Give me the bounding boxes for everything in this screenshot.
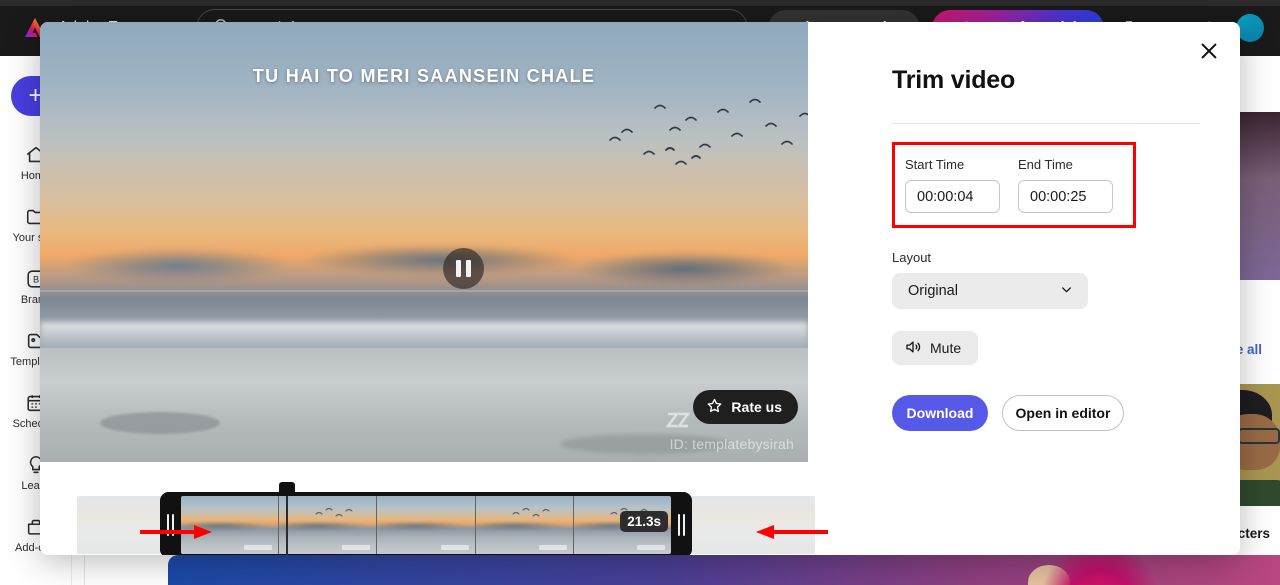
frame-watermark [342, 545, 371, 550]
handle-grip-bar [683, 514, 685, 536]
frame-cloud [377, 522, 475, 530]
trim-settings-panel: Trim video Start Time 00:00:04 End Time … [848, 22, 1240, 482]
birds-decoration [600, 92, 808, 202]
video-watermark: ID: templatebysirah [669, 436, 794, 452]
mute-label: Mute [930, 340, 962, 356]
banner-flower [1040, 555, 1160, 585]
video-timeline: 21.3s [40, 482, 1240, 555]
panel-action-row: Download Open in editor [892, 395, 1240, 431]
video-preview[interactable]: TU HAI TO MERI SAANSEIN CHALE ID: templa… [40, 22, 808, 462]
trim-clip[interactable]: 21.3s [160, 492, 692, 555]
bottom-promo-banner[interactable] [168, 555, 1280, 585]
pause-bar-right [466, 260, 471, 277]
rate-us-button[interactable]: Rate us [693, 390, 798, 424]
chevron-down-icon [1059, 282, 1074, 301]
start-time-input[interactable]: 00:00:04 [905, 180, 1000, 213]
start-time-label: Start Time [905, 157, 965, 172]
layout-label: Layout [892, 250, 932, 265]
layout-select-value: Original [908, 283, 958, 299]
duration-badge: 21.3s [620, 511, 668, 532]
watermark-logo-icon [665, 412, 691, 428]
start-time-group: Start Time 00:00:04 [905, 157, 1000, 213]
filmstrip-frame [475, 496, 574, 554]
svg-text:B: B [32, 275, 38, 285]
playhead[interactable] [286, 486, 288, 555]
close-modal-button[interactable] [1186, 30, 1232, 76]
trim-video-modal: TU HAI TO MERI SAANSEIN CHALE ID: templa… [40, 22, 1240, 555]
rate-us-label: Rate us [731, 399, 782, 415]
mute-button[interactable]: Mute [892, 331, 978, 365]
annotation-arrow-left [753, 522, 828, 547]
frame-watermark [440, 545, 469, 550]
frame-watermark [244, 545, 273, 550]
video-horizon [40, 290, 808, 292]
frame-watermark [538, 545, 567, 550]
video-clouds [40, 234, 808, 292]
frame-birds [509, 506, 555, 524]
filmstrip-frame [279, 496, 378, 554]
pause-button[interactable] [443, 248, 484, 289]
frame-watermark [637, 545, 666, 550]
video-title-overlay: TU HAI TO MERI SAANSEIN CHALE [252, 66, 596, 86]
open-in-editor-button[interactable]: Open in editor [1002, 395, 1124, 431]
star-icon [706, 397, 723, 417]
panel-title: Trim video [892, 66, 1016, 94]
panel-divider [892, 123, 1200, 124]
trim-handle-end[interactable] [671, 492, 692, 555]
video-surf [40, 322, 808, 348]
time-range-highlight: Start Time 00:00:04 End Time 00:00:25 [892, 142, 1136, 228]
end-time-input[interactable]: 00:00:25 [1018, 180, 1113, 213]
filmstrip-frame [377, 496, 476, 554]
browser-chrome-strip [0, 0, 1280, 6]
download-button[interactable]: Download [892, 395, 988, 431]
handle-grip-bar [678, 514, 680, 536]
speaker-icon [904, 338, 922, 359]
user-avatar[interactable] [1236, 14, 1264, 42]
filmstrip-frames [181, 496, 671, 554]
end-time-group: End Time 00:00:25 [1018, 157, 1113, 213]
annotation-arrow-right [140, 522, 215, 547]
layout-select[interactable]: Original [892, 273, 1088, 309]
character-glasses [1238, 428, 1280, 444]
close-icon [1198, 40, 1220, 67]
playhead-knob[interactable] [279, 482, 295, 496]
pause-bar-left [456, 260, 461, 277]
end-time-label: End Time [1018, 157, 1073, 172]
video-rock [100, 412, 220, 434]
frame-birds [312, 506, 358, 524]
